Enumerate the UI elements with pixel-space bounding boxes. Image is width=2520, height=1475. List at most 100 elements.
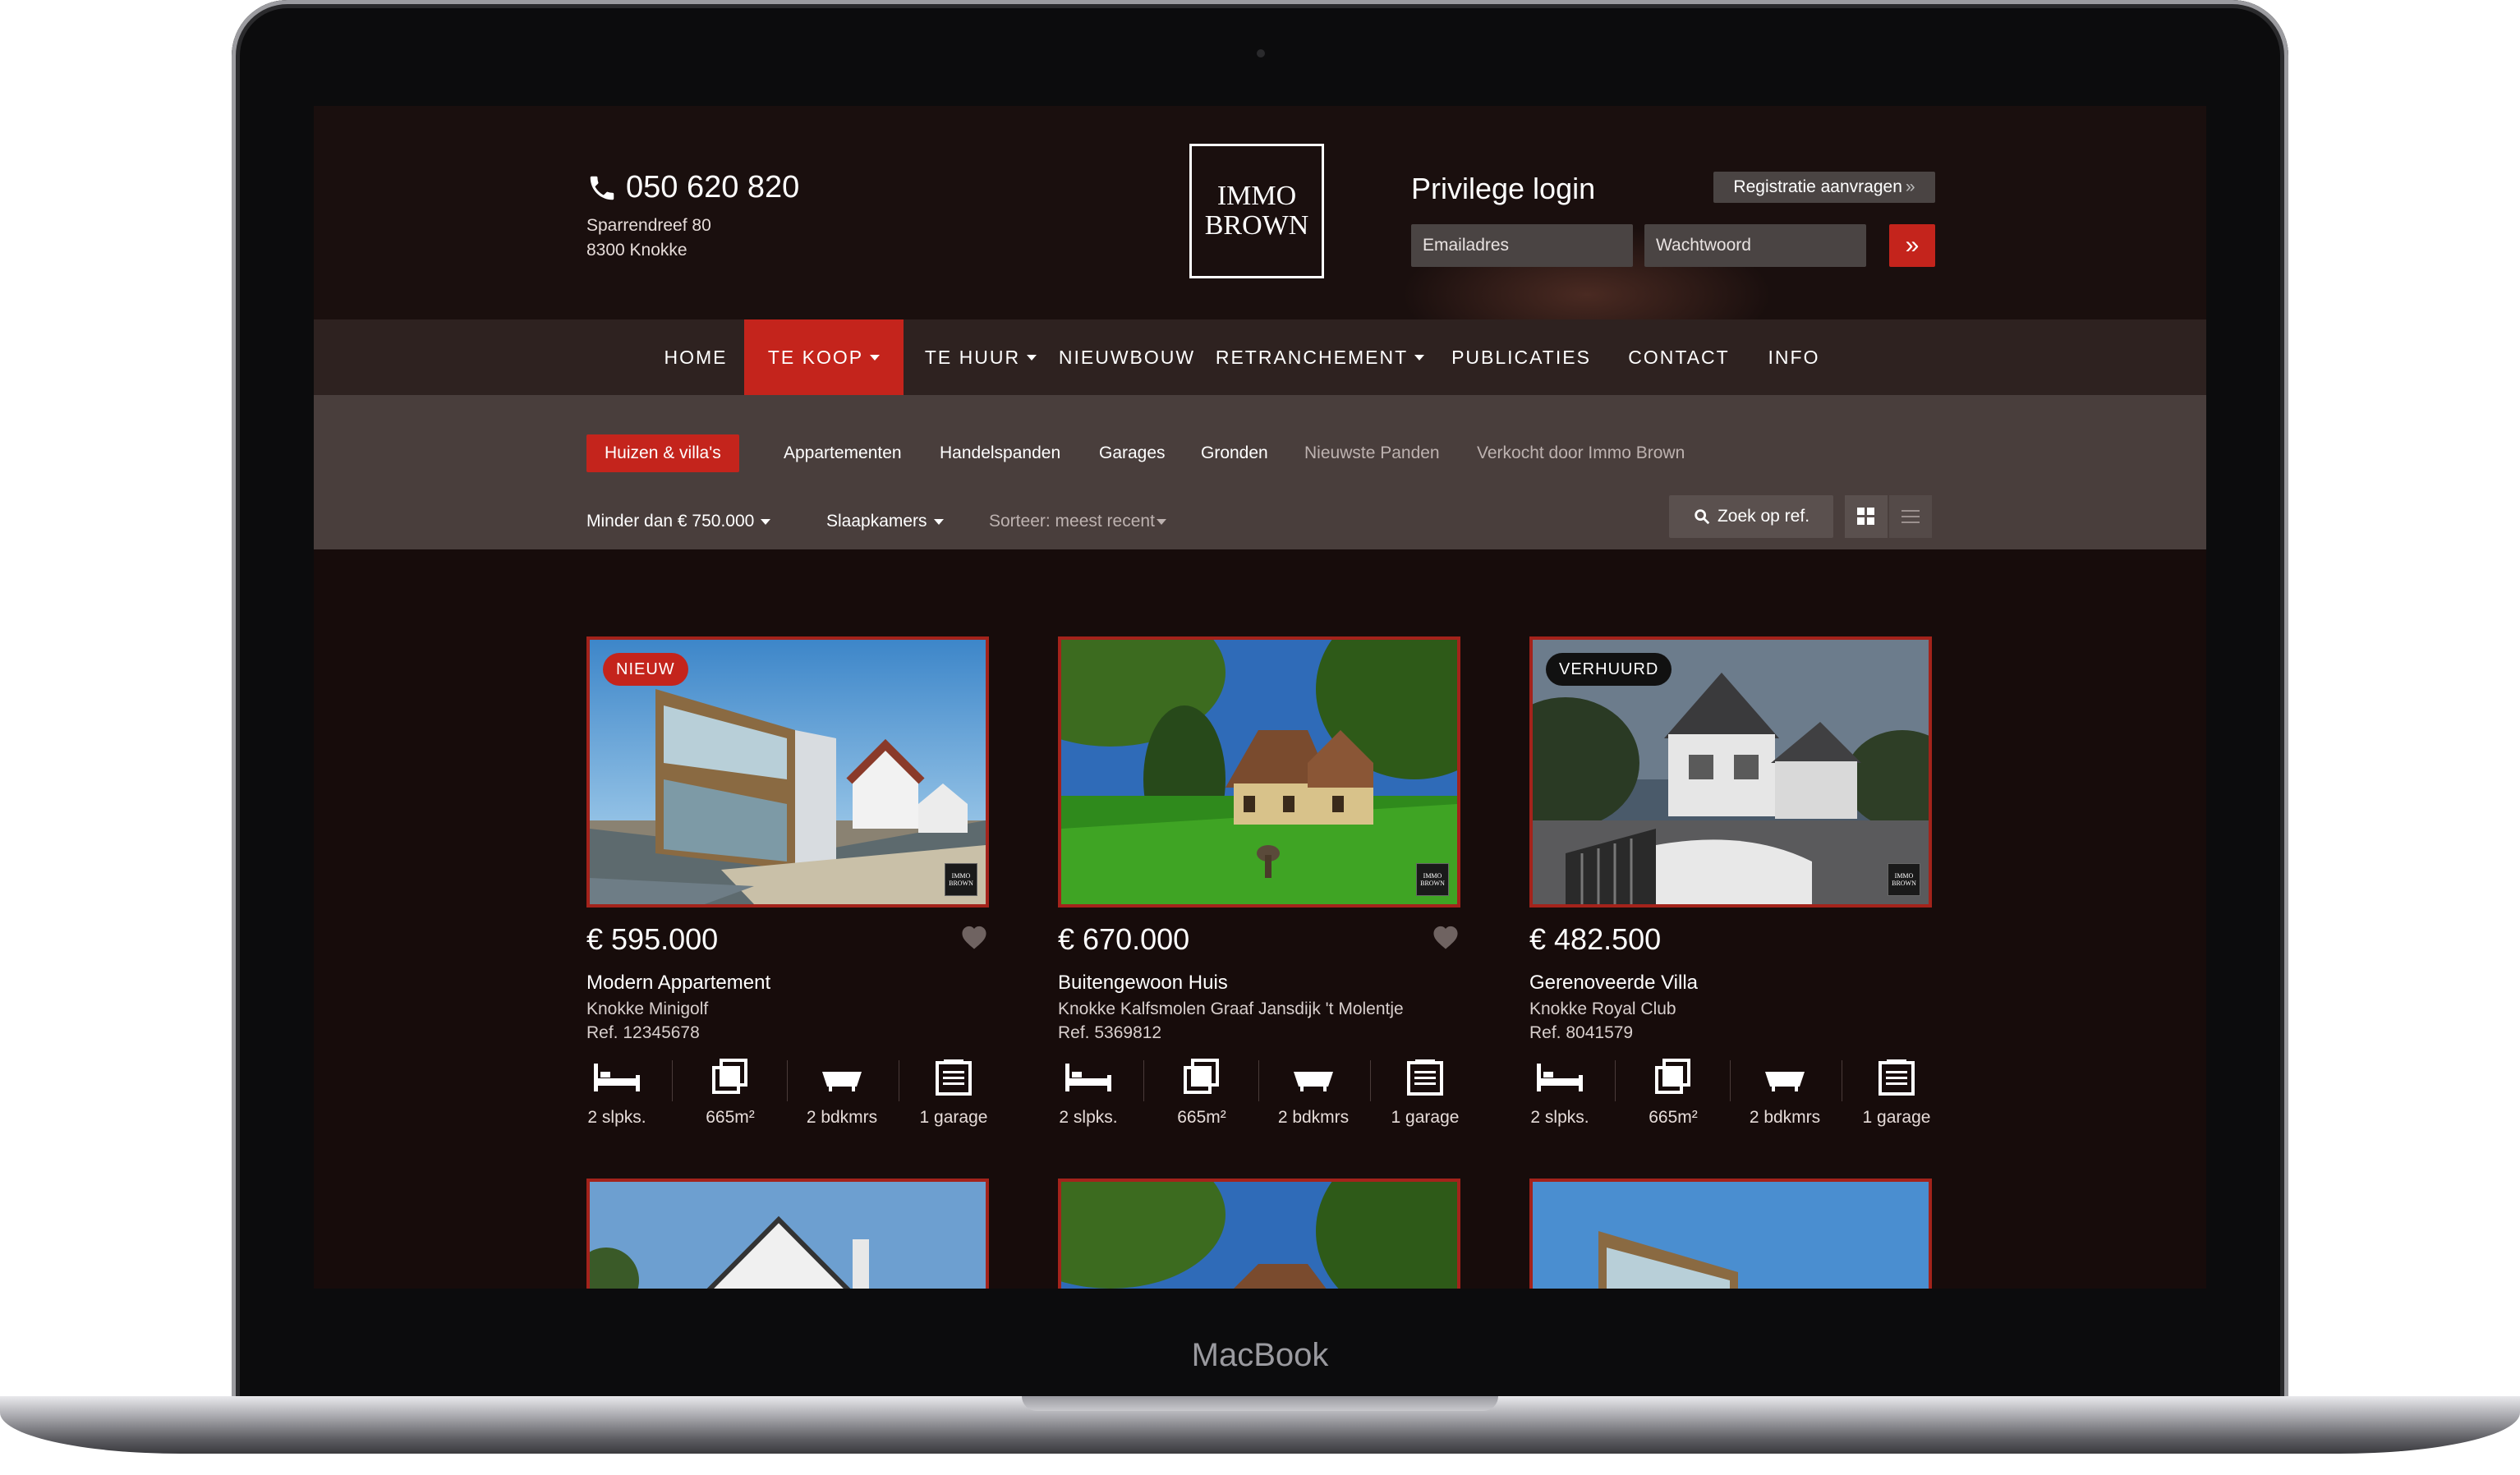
nav-nieuwbouw[interactable]: NIEUWBOUW	[1053, 319, 1201, 395]
subtab-appartementen[interactable]: Appartementen	[784, 434, 902, 472]
browser-screen: 050 620 820 Sparrendreef 80 8300 Knokke …	[314, 106, 2206, 1289]
nav-home[interactable]: HOME	[659, 319, 733, 395]
modern-building-image	[1533, 1182, 1929, 1289]
nav-label: CONTACT	[1628, 346, 1730, 368]
listing-card[interactable]	[1058, 1179, 1460, 1289]
password-placeholder: Wachtwoord	[1656, 236, 1751, 255]
subtab-verkocht[interactable]: Verkocht door Immo Brown	[1477, 434, 1685, 472]
nav-te-huur[interactable]: TE HUUR	[915, 319, 1046, 395]
listing-photo[interactable]	[1058, 1179, 1460, 1289]
listing-title[interactable]: Gerenoveerde Villa	[1529, 972, 1698, 995]
feature-label: 1 garage	[1862, 1108, 1931, 1127]
listing-title[interactable]: Modern Appartement	[586, 972, 770, 995]
listing-price: € 482.500	[1529, 922, 1662, 956]
listing-card[interactable]: NIEUW IMMO BROWN € 595.000 Modern Apparte…	[586, 636, 989, 1127]
site-logo[interactable]: IMMO BROWN	[1189, 144, 1324, 278]
register-label: Registratie aanvragen	[1733, 177, 1902, 196]
feature-bathrooms: 2 bdkmrs	[1740, 1055, 1830, 1128]
divider	[1370, 1060, 1371, 1101]
nav-label: RETRANCHEMENT	[1215, 346, 1409, 368]
feature-bathrooms: 2 bdkmrs	[797, 1055, 887, 1128]
listing-card[interactable]: IMMO BROWN € 670.000 Buitengewoon Huis Kn…	[1058, 636, 1460, 1127]
subtab-handelspanden[interactable]: Handelspanden	[940, 434, 1060, 472]
watermark-logo: IMMO BROWN	[1888, 863, 1920, 896]
divider	[1615, 1060, 1616, 1101]
list-view-button[interactable]	[1889, 495, 1932, 538]
garage-icon	[1407, 1059, 1443, 1096]
sort-dropdown[interactable]: Sorteer: meest recent	[989, 512, 1166, 531]
password-field[interactable]: Wachtwoord	[1644, 224, 1866, 267]
feature-label: 2 bdkmrs	[806, 1108, 878, 1127]
subtab-gronden[interactable]: Gronden	[1201, 434, 1268, 472]
watermark-logo: IMMO BROWN	[945, 863, 977, 896]
search-ref-button[interactable]: Zoek op ref.	[1669, 495, 1833, 538]
nav-info[interactable]: INFO	[1753, 319, 1835, 395]
grid-view-button[interactable]	[1845, 495, 1888, 538]
listing-location: Knokke Minigolf	[586, 999, 709, 1018]
bed-icon	[1065, 1064, 1111, 1091]
caret-down-icon	[1414, 354, 1425, 361]
device-label: MacBook	[1191, 1337, 1329, 1373]
listing-photo[interactable]: VERHUURD IMMO BROWN	[1529, 636, 1932, 908]
grid-view-icon	[1857, 508, 1874, 525]
listing-ref: Ref. 12345678	[586, 1023, 700, 1042]
listing-card[interactable]	[586, 1179, 989, 1289]
caret-down-icon	[1027, 354, 1037, 361]
watermark-line-2: BROWN	[1892, 880, 1916, 887]
listing-photo[interactable]: NIEUW IMMO BROWN	[586, 636, 989, 908]
feature-garage: 1 garage	[1851, 1055, 1942, 1128]
logo-line-2: BROWN	[1204, 210, 1309, 241]
house-garden-image	[1061, 640, 1457, 904]
subtab-garages[interactable]: Garages	[1099, 434, 1166, 472]
villa-image	[590, 1182, 986, 1289]
email-placeholder: Emailadres	[1423, 236, 1510, 255]
heart-icon[interactable]	[959, 924, 989, 950]
double-chevron-icon: »	[1905, 177, 1915, 196]
bed-icon	[594, 1064, 640, 1091]
main-nav: HOME TE KOOP TE HUUR NIEUWBOUW RETRANCHE…	[314, 319, 2206, 395]
divider	[1258, 1060, 1259, 1101]
listing-photo[interactable]	[1529, 1179, 1932, 1289]
nav-label: HOME	[664, 346, 728, 368]
bedrooms-filter-dropdown[interactable]: Slaapkamers	[826, 512, 944, 531]
login-submit-button[interactable]: »	[1889, 224, 1935, 267]
register-button[interactable]: Registratie aanvragen »	[1713, 172, 1935, 203]
nav-contact[interactable]: CONTACT	[1613, 319, 1745, 395]
subtab-huizen-villas[interactable]: Huizen & villa's	[586, 434, 739, 472]
divider	[672, 1060, 673, 1101]
nav-publicaties[interactable]: PUBLICATIES	[1439, 319, 1603, 395]
watermark-line-2: BROWN	[949, 880, 973, 887]
nav-retranchement[interactable]: RETRANCHEMENT	[1209, 319, 1431, 395]
listing-location: Knokke Royal Club	[1529, 999, 1676, 1018]
watermark-line-2: BROWN	[1420, 880, 1445, 887]
listing-price: € 670.000	[1058, 922, 1190, 956]
caret-down-icon	[761, 518, 771, 525]
listing-card[interactable]: VERHUURD IMMO BROWN € 482.500 Gerenoveerd…	[1529, 636, 1932, 1127]
feature-area: 665m²	[1157, 1055, 1247, 1128]
price-filter-dropdown[interactable]: Minder dan € 750.000	[586, 512, 771, 531]
nav-label: PUBLICATIES	[1451, 346, 1591, 368]
listing-photo[interactable]	[586, 1179, 989, 1289]
heart-icon[interactable]	[1431, 924, 1460, 950]
area-icon	[712, 1059, 747, 1094]
divider	[787, 1060, 788, 1101]
area-icon	[1184, 1059, 1219, 1094]
nav-label: TE HUUR	[924, 346, 1021, 368]
phone-number[interactable]: 050 620 820	[586, 170, 799, 205]
listing-title[interactable]: Buitengewoon Huis	[1058, 972, 1228, 995]
address-line-2: 8300 Knokke	[586, 241, 687, 260]
search-ref-label: Zoek op ref.	[1717, 507, 1810, 526]
email-field[interactable]: Emailadres	[1411, 224, 1633, 267]
subtab-nieuwste-panden[interactable]: Nieuwste Panden	[1304, 434, 1440, 472]
site-header: 050 620 820 Sparrendreef 80 8300 Knokke …	[314, 106, 2206, 319]
feature-label: 1 garage	[1391, 1108, 1460, 1127]
phone-icon	[590, 176, 614, 200]
divider	[1730, 1060, 1731, 1101]
listing-card[interactable]	[1529, 1179, 1932, 1289]
nav-te-koop[interactable]: TE KOOP	[744, 319, 904, 395]
double-chevron-icon: »	[1905, 232, 1920, 259]
feature-label: 2 slpks.	[587, 1108, 646, 1127]
listing-photo[interactable]: IMMO BROWN	[1058, 636, 1460, 908]
caret-down-icon	[870, 354, 881, 361]
bathtub-icon	[1294, 1072, 1333, 1091]
